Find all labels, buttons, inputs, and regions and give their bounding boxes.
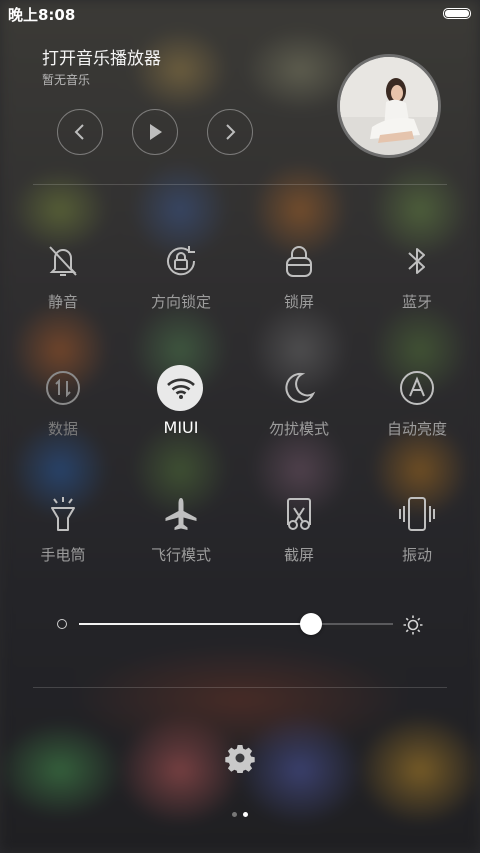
moon-icon — [280, 369, 318, 407]
brightness-slider[interactable] — [79, 613, 393, 635]
toggle-bluetooth[interactable]: 蓝牙 — [357, 242, 477, 332]
battery-icon — [443, 8, 471, 19]
toggle-label: 飞行模式 — [150, 546, 211, 564]
music-subtitle: 暂无音乐 — [42, 73, 91, 87]
toggle-label: 数据 — [47, 420, 78, 438]
next-icon — [226, 124, 236, 140]
flashlight-icon — [44, 495, 82, 533]
toggle-label: 锁屏 — [283, 293, 314, 311]
play-icon — [150, 124, 162, 140]
rotation-lock-icon — [162, 242, 200, 280]
bluetooth-icon — [398, 242, 436, 280]
page-dot — [232, 812, 237, 817]
toggle-silent[interactable]: 静音 — [3, 242, 123, 332]
toggle-flashlight[interactable]: 手电筒 — [3, 495, 123, 585]
screenshot-icon — [280, 495, 318, 533]
music-title[interactable]: 打开音乐播放器 — [42, 44, 161, 69]
previous-button[interactable] — [57, 109, 103, 155]
toggle-label: 勿扰模式 — [268, 420, 329, 438]
toggle-label: 蓝牙 — [401, 293, 432, 311]
wifi-icon — [162, 369, 200, 407]
status-bar: 晚上8:08 — [0, 0, 480, 26]
brightness-slider-fill — [79, 623, 312, 625]
toggle-lock-screen[interactable]: 锁屏 — [239, 242, 359, 332]
album-art[interactable] — [340, 57, 438, 155]
toggle-airplane-mode[interactable]: 飞行模式 — [121, 495, 241, 585]
sun-icon — [403, 615, 423, 635]
toggle-label: 方向锁定 — [150, 293, 211, 311]
page-dot-active — [243, 812, 248, 817]
toggle-screenshot[interactable]: 截屏 — [239, 495, 359, 585]
album-art-photo — [340, 57, 438, 155]
next-button[interactable] — [207, 109, 253, 155]
gear-icon[interactable] — [225, 743, 255, 773]
clock: 晚上8:08 — [8, 6, 76, 24]
toggle-label: MIUI — [163, 418, 199, 437]
divider — [33, 687, 447, 688]
bell-off-icon — [44, 242, 82, 280]
toggle-do-not-disturb[interactable]: 勿扰模式 — [239, 369, 359, 459]
vibrate-icon — [398, 495, 436, 533]
toggle-label: 静音 — [47, 293, 78, 311]
previous-icon — [74, 124, 84, 140]
toggle-label: 振动 — [401, 546, 432, 564]
page-indicator — [232, 812, 252, 818]
auto-brightness-icon — [398, 369, 436, 407]
toggle-vibrate[interactable]: 振动 — [357, 495, 477, 585]
toggle-auto-brightness[interactable]: 自动亮度 — [357, 369, 477, 459]
toggle-label: 手电筒 — [40, 546, 86, 564]
toggle-label: 截屏 — [283, 546, 314, 564]
airplane-icon — [162, 495, 200, 533]
mobile-data-icon — [44, 369, 82, 407]
play-button[interactable] — [132, 109, 178, 155]
brightness-low-icon — [57, 619, 67, 629]
toggle-label: 自动亮度 — [386, 420, 447, 438]
toggle-mobile-data[interactable]: 数据 — [3, 369, 123, 459]
toggle-wifi[interactable]: MIUI — [121, 365, 241, 459]
toggle-rotation-lock[interactable]: 方向锁定 — [121, 242, 241, 332]
divider — [33, 184, 447, 185]
lock-icon — [280, 242, 318, 280]
